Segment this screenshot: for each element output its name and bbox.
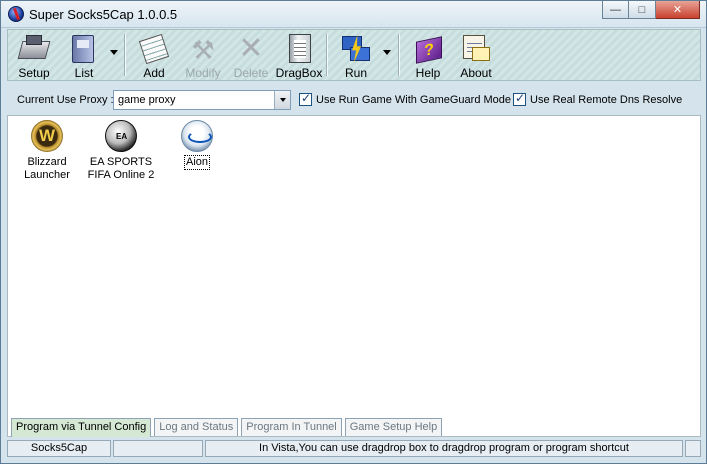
remote-dns-label: Use Real Remote Dns Resolve xyxy=(530,93,683,106)
about-button[interactable]: About xyxy=(456,30,496,80)
program-item-aion[interactable]: Aion xyxy=(161,120,233,170)
checkbox-checked-icon[interactable] xyxy=(513,91,526,106)
gameguard-checkbox[interactable]: Use Run Game With GameGuard Mode xyxy=(299,91,512,106)
current-proxy-label: Current Use Proxy : xyxy=(17,94,114,106)
tools-modify-icon: ⚒ xyxy=(191,35,215,65)
program-item-fifa-online-2[interactable]: EA SPORTS FIFA Online 2 xyxy=(85,120,157,182)
program-list[interactable]: W Blizzard Launcher EA SPORTS FIFA Onlin… xyxy=(7,115,701,437)
proxy-select-value: game proxy xyxy=(118,94,176,106)
window-controls: — □ ✕ xyxy=(602,1,700,19)
dragbox-button[interactable]: DragBox xyxy=(276,30,322,80)
document-dragbox-icon xyxy=(283,33,315,64)
app-window: Super Socks5Cap 1.0.0.5 — □ ✕ Setup List… xyxy=(0,0,707,464)
list-label: List xyxy=(74,66,94,80)
close-button[interactable]: ✕ xyxy=(656,1,700,19)
list-icon xyxy=(68,33,100,64)
tab-program-in-tunnel[interactable]: Program In Tunnel xyxy=(241,418,342,436)
window-title: Super Socks5Cap 1.0.0.5 xyxy=(29,7,178,22)
status-bar: Socks5Cap In Vista,You can use dragdrop … xyxy=(7,440,701,457)
title-bar[interactable]: Super Socks5Cap 1.0.0.5 — □ ✕ xyxy=(1,1,706,28)
list-dropdown-arrow-icon[interactable] xyxy=(110,50,118,55)
maximize-icon: □ xyxy=(638,3,646,16)
gameguard-label: Use Run Game With GameGuard Mode xyxy=(316,93,512,106)
help-label: Help xyxy=(415,66,441,80)
toolbar-separator xyxy=(326,34,328,76)
list-button[interactable]: List xyxy=(64,30,104,80)
program-label: Aion xyxy=(183,155,211,170)
toolbar-separator xyxy=(398,34,400,76)
program-item-blizzard-launcher[interactable]: W Blizzard Launcher xyxy=(11,120,83,182)
about-label: About xyxy=(460,66,492,80)
run-label: Run xyxy=(344,66,367,80)
run-button[interactable]: Run xyxy=(336,30,376,80)
close-icon: ✕ xyxy=(672,4,683,16)
add-button[interactable]: Add xyxy=(134,30,174,80)
aion-icon[interactable] xyxy=(181,120,213,152)
tab-log-and-status[interactable]: Log and Status xyxy=(154,418,239,436)
help-button[interactable]: ? Help xyxy=(408,30,448,80)
delete-label: Delete xyxy=(233,66,269,80)
chevron-down-icon[interactable] xyxy=(274,91,290,109)
notepad-add-icon xyxy=(138,33,170,65)
add-label: Add xyxy=(143,66,165,80)
status-app-name: Socks5Cap xyxy=(7,440,111,457)
about-document-icon xyxy=(460,33,492,64)
run-dropdown-arrow-icon[interactable] xyxy=(383,50,391,55)
run-lightning-icon xyxy=(340,33,372,64)
remote-dns-checkbox[interactable]: Use Real Remote Dns Resolve xyxy=(513,91,683,106)
proxy-row: Current Use Proxy : game proxy Use Run G… xyxy=(9,88,701,112)
modify-label: Modify xyxy=(185,66,221,80)
tab-game-setup-help[interactable]: Game Setup Help xyxy=(344,418,443,436)
minimize-button[interactable]: — xyxy=(602,1,629,19)
status-middle-panel xyxy=(113,440,203,457)
toolbar-separator xyxy=(124,34,126,76)
delete-button[interactable]: ✕ Delete xyxy=(232,30,270,81)
tab-program-via-tunnel-config[interactable]: Program via Tunnel Config xyxy=(11,418,152,437)
maximize-button[interactable]: □ xyxy=(629,1,656,19)
app-logo-icon[interactable] xyxy=(8,6,24,22)
dragbox-label: DragBox xyxy=(275,66,323,80)
status-message: In Vista,You can use dragdrop box to dra… xyxy=(205,440,683,457)
delete-x-icon: ✕ xyxy=(238,32,264,65)
program-label: EA SPORTS FIFA Online 2 xyxy=(87,156,155,181)
bottom-tabs: Program via Tunnel Config Log and Status… xyxy=(11,418,445,437)
ea-sports-icon[interactable] xyxy=(105,120,137,152)
setup-icon xyxy=(17,33,51,64)
size-grip-icon[interactable] xyxy=(685,440,701,457)
checkbox-checked-icon[interactable] xyxy=(299,91,312,106)
toolbar: Setup List Add ⚒ Modify ✕ Delete DragBox… xyxy=(7,29,701,81)
setup-label: Setup xyxy=(18,66,50,80)
blizzard-launcher-icon[interactable]: W xyxy=(31,120,63,152)
minimize-icon: — xyxy=(610,3,621,16)
help-book-icon: ? xyxy=(412,33,444,64)
setup-button[interactable]: Setup xyxy=(12,30,56,80)
program-label: Blizzard Launcher xyxy=(24,156,70,181)
proxy-select[interactable]: game proxy xyxy=(113,90,291,110)
modify-button[interactable]: ⚒ Modify xyxy=(182,30,224,80)
